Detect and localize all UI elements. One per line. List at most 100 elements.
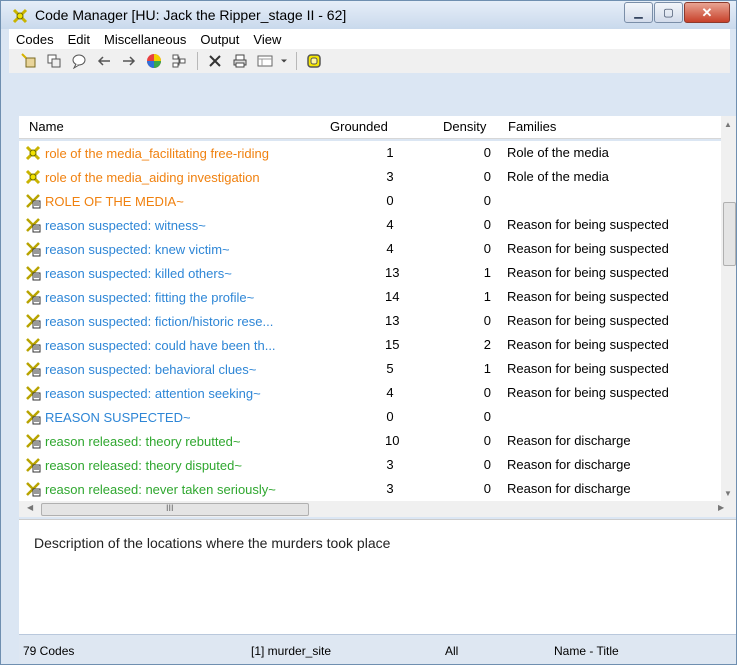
- code-row[interactable]: reason suspected: knew victim~ 4 0 Reason f…: [19, 237, 721, 261]
- density-count: 0: [483, 169, 491, 184]
- vertical-scrollbar[interactable]: ▲ ▼: [721, 116, 736, 501]
- code-families: Reason for being suspected: [507, 217, 669, 232]
- code-name-text: ROLE OF THE MEDIA~: [45, 193, 184, 209]
- print-icon: [233, 54, 247, 68]
- code-name-text: reason released: never taken seriously~: [45, 481, 276, 497]
- code-name-text: reason released: theory disputed~: [45, 457, 242, 473]
- code-row[interactable]: reason released: theory rebutted~ 10 0 Reas…: [19, 429, 721, 453]
- code-row[interactable]: role of the media_aiding investigation 3 0…: [19, 165, 721, 189]
- status-sort: Name - Title: [554, 644, 619, 658]
- code-families: Reason for being suspected: [507, 313, 669, 328]
- code-name: ROLE OF THE MEDIA~: [25, 193, 184, 209]
- code-icon-comment: [26, 194, 41, 209]
- code-row[interactable]: reason suspected: fiction/historic rese.…: [19, 309, 721, 333]
- density-count: 0: [483, 217, 491, 232]
- code-row[interactable]: reason suspected: killed others~ 13 1 Reaso…: [19, 261, 721, 285]
- title-bar[interactable]: Code Manager [HU: Jack the Ripper_stage …: [1, 1, 736, 29]
- maximize-button[interactable]: ▢: [654, 2, 683, 23]
- grounded-count: 10: [385, 433, 400, 448]
- code-name: reason suspected: fitting the profile~: [25, 289, 254, 305]
- code-name: reason released: theory disputed~: [25, 457, 242, 473]
- grounded-count: 3: [386, 481, 394, 496]
- code-row[interactable]: reason suspected: attention seeking~ 4 0 Re…: [19, 381, 721, 405]
- code-icon-comment: [26, 338, 41, 353]
- arrow-left-icon: [97, 56, 110, 66]
- menu-edit[interactable]: Edit: [61, 32, 97, 47]
- list-header: Name Grounded Density Families: [19, 116, 721, 139]
- code-row[interactable]: reason suspected: could have been th... 1…: [19, 333, 721, 357]
- code-name: reason suspected: killed others~: [25, 265, 232, 281]
- code-name: role of the media_facilitating free-ridi…: [25, 145, 269, 161]
- code-families: Reason for being suspected: [507, 337, 669, 352]
- network-button[interactable]: [167, 51, 191, 71]
- code-families: Reason for discharge: [507, 457, 631, 472]
- code-row[interactable]: ROLE OF THE MEDIA~ 0 0: [19, 189, 721, 213]
- code-icon-comment: [26, 290, 41, 305]
- new-code-button[interactable]: [17, 51, 41, 71]
- horizontal-scrollbar[interactable]: ◀ III ▶: [19, 501, 736, 517]
- view-dropdown-button[interactable]: [278, 51, 290, 71]
- grounded-count: 1: [386, 145, 394, 160]
- close-button[interactable]: ✕: [684, 2, 730, 23]
- print-button[interactable]: [228, 51, 252, 71]
- next-button[interactable]: [117, 51, 141, 71]
- code-families: Role of the media: [507, 145, 609, 160]
- code-row[interactable]: REASON SUSPECTED~ 0 0: [19, 405, 721, 429]
- status-filter: All: [445, 644, 459, 658]
- horizontal-scroll-thumb[interactable]: III: [41, 503, 309, 516]
- code-name-text: reason suspected: witness~: [45, 217, 206, 233]
- code-icon-plain: [25, 145, 41, 161]
- view-button[interactable]: [253, 51, 277, 71]
- description-pane[interactable]: Description of the locations where the m…: [19, 519, 736, 635]
- scroll-left-icon[interactable]: ◀: [27, 503, 33, 512]
- view-icon: [257, 55, 273, 67]
- status-bar: 79 Codes [1] murder_site All Name - Titl…: [19, 634, 736, 664]
- scroll-right-icon[interactable]: ▶: [718, 503, 724, 512]
- code-name-text: reason suspected: fitting the profile~: [45, 289, 255, 305]
- code-row[interactable]: reason suspected: behavioral clues~ 5 1 Rea…: [19, 357, 721, 381]
- scroll-up-icon[interactable]: ▲: [724, 120, 732, 129]
- density-count: 1: [483, 289, 491, 304]
- density-count: 0: [483, 433, 491, 448]
- column-header-grounded[interactable]: Grounded: [330, 119, 388, 134]
- dropdown-icon: [281, 59, 287, 63]
- code-row[interactable]: reason suspected: fitting the profile~ 14…: [19, 285, 721, 309]
- code-name: reason suspected: fiction/historic rese.…: [25, 313, 273, 329]
- code-families: Reason for being suspected: [507, 361, 669, 376]
- code-families: Reason for discharge: [507, 481, 631, 496]
- vertical-scroll-thumb[interactable]: [723, 202, 736, 266]
- previous-button[interactable]: [92, 51, 116, 71]
- color-button[interactable]: [142, 51, 166, 71]
- code-row[interactable]: reason released: never taken seriously~ 3…: [19, 477, 721, 501]
- column-header-families[interactable]: Families: [508, 119, 556, 134]
- highlight-button[interactable]: [302, 51, 326, 71]
- code-families: Reason for being suspected: [507, 385, 669, 400]
- copy-button[interactable]: [42, 51, 66, 71]
- density-count: 2: [483, 337, 491, 352]
- code-icon-comment: [26, 218, 41, 233]
- menu-view[interactable]: View: [246, 32, 288, 47]
- density-count: 0: [483, 241, 491, 256]
- code-row[interactable]: role of the media_facilitating free-ridi…: [19, 141, 721, 165]
- grounded-count: 3: [386, 169, 394, 184]
- column-header-name[interactable]: Name: [29, 119, 64, 134]
- code-row[interactable]: reason released: theory disputed~ 3 0 Reaso…: [19, 453, 721, 477]
- comment-button[interactable]: [67, 51, 91, 71]
- window-title: Code Manager [HU: Jack the Ripper_stage …: [35, 7, 347, 23]
- menu-codes[interactable]: Codes: [9, 32, 61, 47]
- minimize-button[interactable]: ▁: [624, 2, 653, 23]
- code-icon-comment: [26, 410, 41, 425]
- code-name: reason suspected: could have been th...: [25, 337, 276, 353]
- code-icon-comment: [26, 482, 41, 497]
- column-header-density[interactable]: Density: [443, 119, 486, 134]
- code-row[interactable]: reason suspected: witness~ 4 0 Reason for b…: [19, 213, 721, 237]
- code-icon-comment: [26, 266, 41, 281]
- menu-output[interactable]: Output: [193, 32, 246, 47]
- scroll-down-icon[interactable]: ▼: [724, 489, 732, 498]
- menu-miscellaneous[interactable]: Miscellaneous: [97, 32, 193, 47]
- code-icon-plain: [25, 169, 41, 185]
- code-name: reason suspected: witness~: [25, 217, 206, 233]
- grounded-count: 14: [385, 289, 400, 304]
- delete-button[interactable]: [203, 51, 227, 71]
- code-name-text: reason suspected: fiction/historic rese.…: [45, 313, 274, 329]
